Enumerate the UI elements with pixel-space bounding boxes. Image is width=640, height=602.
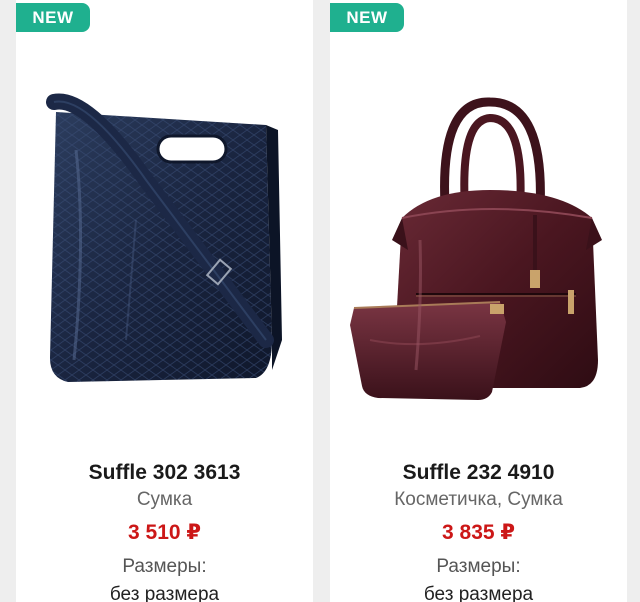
product-card[interactable]: NEW [16, 0, 313, 602]
sizes-value: без размера [423, 584, 534, 602]
new-badge: NEW [330, 3, 404, 32]
sizes-value: без размера [109, 584, 220, 602]
product-category: Косметичка, Сумка [394, 489, 563, 510]
product-category: Сумка [136, 489, 193, 510]
product-name[interactable]: Suffle 232 4910 [330, 461, 627, 485]
product-price: 3 835 ₽ [442, 521, 515, 544]
sizes-label: Размеры: [122, 556, 207, 577]
sizes-label: Размеры: [436, 556, 521, 577]
product-image[interactable] [330, 40, 627, 440]
product-image[interactable] [16, 40, 313, 440]
new-badge: NEW [16, 3, 90, 32]
product-price: 3 510 ₽ [128, 521, 201, 544]
navy-tote-bag-image [46, 93, 282, 382]
product-name[interactable]: Suffle 302 3613 [16, 461, 313, 485]
product-card[interactable]: NEW [330, 0, 627, 602]
burgundy-handbag-image [350, 97, 602, 400]
